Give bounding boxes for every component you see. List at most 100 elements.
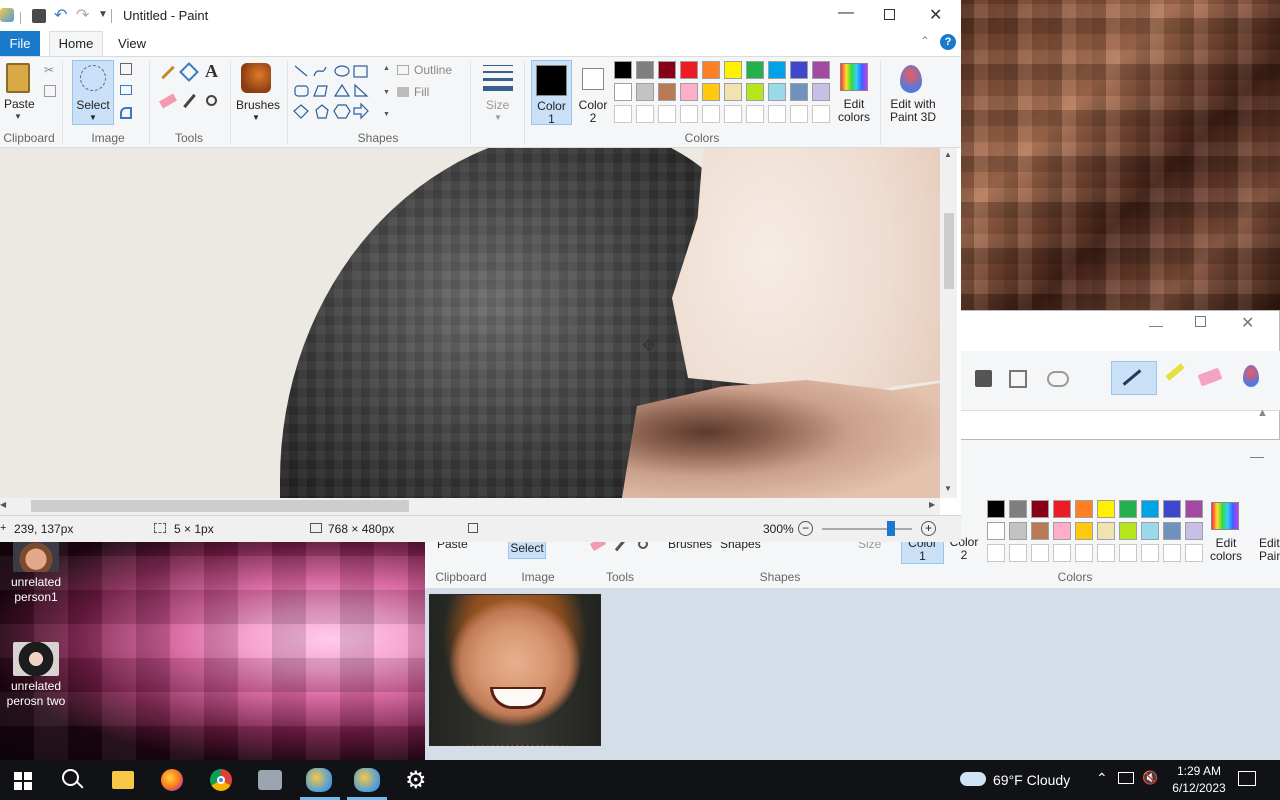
palette-swatch[interactable]	[987, 544, 1005, 562]
palette-swatch[interactable]	[680, 105, 698, 123]
chevron-down-icon[interactable]: ▼	[494, 113, 502, 122]
palette-swatch[interactable]	[702, 61, 720, 79]
color2-button[interactable]: Color 2	[575, 60, 611, 125]
pen-tool-button[interactable]	[1111, 361, 1157, 395]
brushes-button[interactable]: Brushes	[236, 98, 280, 112]
palette-swatch[interactable]	[1009, 544, 1027, 562]
palette-swatch[interactable]	[680, 61, 698, 79]
windows-start-icon[interactable]	[14, 772, 32, 790]
shapes-gallery[interactable]	[292, 63, 382, 123]
tab-home[interactable]: Home	[49, 31, 103, 57]
zoom-out-icon[interactable]: −	[798, 521, 813, 536]
save-icon[interactable]	[32, 9, 46, 23]
desktop-icon-unrelated-person-two[interactable]: unrelated perosn two	[0, 642, 72, 709]
palette-swatch[interactable]	[658, 83, 676, 101]
palette-swatch[interactable]	[1075, 522, 1093, 540]
text-tool-icon[interactable]: A	[205, 61, 218, 82]
desktop-icon-unrelated-person1[interactable]: unrelated person1	[0, 540, 72, 605]
palette-swatch[interactable]	[702, 105, 720, 123]
palette-swatch[interactable]	[1097, 544, 1115, 562]
scroll-up-icon[interactable]: ▲	[944, 150, 952, 159]
chevron-up-icon[interactable]: ⌃	[1096, 770, 1108, 787]
scroll-down-icon[interactable]: ▼	[944, 484, 952, 493]
palette-swatch[interactable]	[614, 105, 632, 123]
notifications-icon[interactable]	[1238, 771, 1256, 786]
size-icon[interactable]	[483, 65, 513, 91]
fill-icon[interactable]	[397, 87, 409, 97]
select-button[interactable]: Select ▼	[72, 60, 114, 125]
crop-icon[interactable]	[1047, 371, 1069, 387]
crop-icon[interactable]	[120, 63, 132, 75]
clock-date[interactable]: 6/12/2023	[1166, 781, 1232, 795]
pencil-icon[interactable]	[161, 65, 175, 80]
paint-taskbar-icon-2[interactable]	[354, 768, 380, 792]
minimize-icon[interactable]: —	[1149, 317, 1163, 333]
palette-swatch[interactable]	[1163, 544, 1181, 562]
size-button[interactable]: Size	[486, 98, 509, 112]
lower-edit-colors-button[interactable]: Edit colors	[1203, 537, 1249, 563]
firefox-icon[interactable]	[161, 769, 183, 791]
network-icon[interactable]	[1118, 772, 1134, 784]
zoom-in-icon[interactable]: +	[921, 521, 936, 536]
palette-swatch[interactable]	[768, 61, 786, 79]
edit-colors-icon[interactable]	[1211, 502, 1239, 530]
more-shapes-icon[interactable]: ▼	[383, 111, 390, 118]
palette-swatch[interactable]	[1119, 500, 1137, 518]
zoom-slider[interactable]	[822, 528, 912, 530]
palette-swatch[interactable]	[1031, 500, 1049, 518]
save-icon[interactable]	[975, 370, 992, 387]
palette-swatch[interactable]	[768, 83, 786, 101]
snipping-tool-icon[interactable]	[258, 770, 282, 790]
paste-button[interactable]: Paste	[4, 97, 35, 111]
fill-button[interactable]: Fill	[414, 85, 429, 99]
paint3d-icon[interactable]	[1243, 365, 1259, 387]
brushes-icon[interactable]	[241, 63, 271, 93]
palette-swatch[interactable]	[1009, 500, 1027, 518]
outline-button[interactable]: Outline	[414, 63, 452, 77]
help-icon[interactable]: ?	[940, 34, 956, 50]
palette-swatch[interactable]	[746, 105, 764, 123]
palette-swatch[interactable]	[987, 522, 1005, 540]
palette-swatch[interactable]	[1141, 544, 1159, 562]
palette-swatch[interactable]	[790, 105, 808, 123]
palette-swatch[interactable]	[746, 83, 764, 101]
tab-file[interactable]: File	[0, 31, 40, 56]
cloud-icon[interactable]	[960, 772, 986, 786]
vertical-scroll-thumb[interactable]	[944, 213, 954, 289]
palette-swatch[interactable]	[724, 61, 742, 79]
palette-swatch[interactable]	[1097, 500, 1115, 518]
scroll-left-icon[interactable]: ◀	[0, 500, 6, 509]
fill-bucket-icon[interactable]	[179, 62, 199, 82]
eraser-icon[interactable]	[1197, 367, 1223, 387]
palette-swatch[interactable]	[1141, 500, 1159, 518]
palette-swatch[interactable]	[702, 83, 720, 101]
palette-swatch[interactable]	[1141, 522, 1159, 540]
palette-swatch[interactable]	[1053, 544, 1071, 562]
color-picker-icon[interactable]	[183, 93, 196, 109]
cut-icon[interactable]: ✂	[44, 63, 54, 77]
palette-swatch[interactable]	[1097, 522, 1115, 540]
palette-swatch[interactable]	[636, 61, 654, 79]
copy-icon[interactable]	[44, 85, 56, 97]
maximize-icon[interactable]	[1195, 316, 1206, 327]
palette-swatch[interactable]	[1185, 500, 1203, 518]
pasted-photo-selection[interactable]	[429, 594, 601, 746]
palette-swatch[interactable]	[1053, 500, 1071, 518]
resize-icon[interactable]	[120, 85, 132, 95]
magnifier-icon[interactable]	[206, 95, 217, 106]
undo-icon[interactable]: ↶	[54, 5, 67, 25]
close-icon[interactable]: ✕	[929, 5, 942, 25]
weather-text[interactable]: 69°F Cloudy	[993, 772, 1070, 788]
outline-icon[interactable]	[397, 65, 409, 75]
palette-swatch[interactable]	[768, 105, 786, 123]
scroll-down-icon[interactable]: ▼	[383, 89, 390, 96]
clock-time[interactable]: 1:29 AM	[1170, 764, 1228, 778]
palette-swatch[interactable]	[636, 83, 654, 101]
redo-icon[interactable]: ↷	[76, 5, 89, 25]
palette-swatch[interactable]	[1185, 522, 1203, 540]
chevron-down-icon[interactable]: ▼	[14, 112, 22, 121]
palette-swatch[interactable]	[1163, 522, 1181, 540]
paint3d-icon[interactable]	[900, 65, 922, 93]
edit-colors-button[interactable]: Edit colors	[832, 98, 876, 124]
chevron-down-icon[interactable]: ▼	[252, 113, 260, 122]
